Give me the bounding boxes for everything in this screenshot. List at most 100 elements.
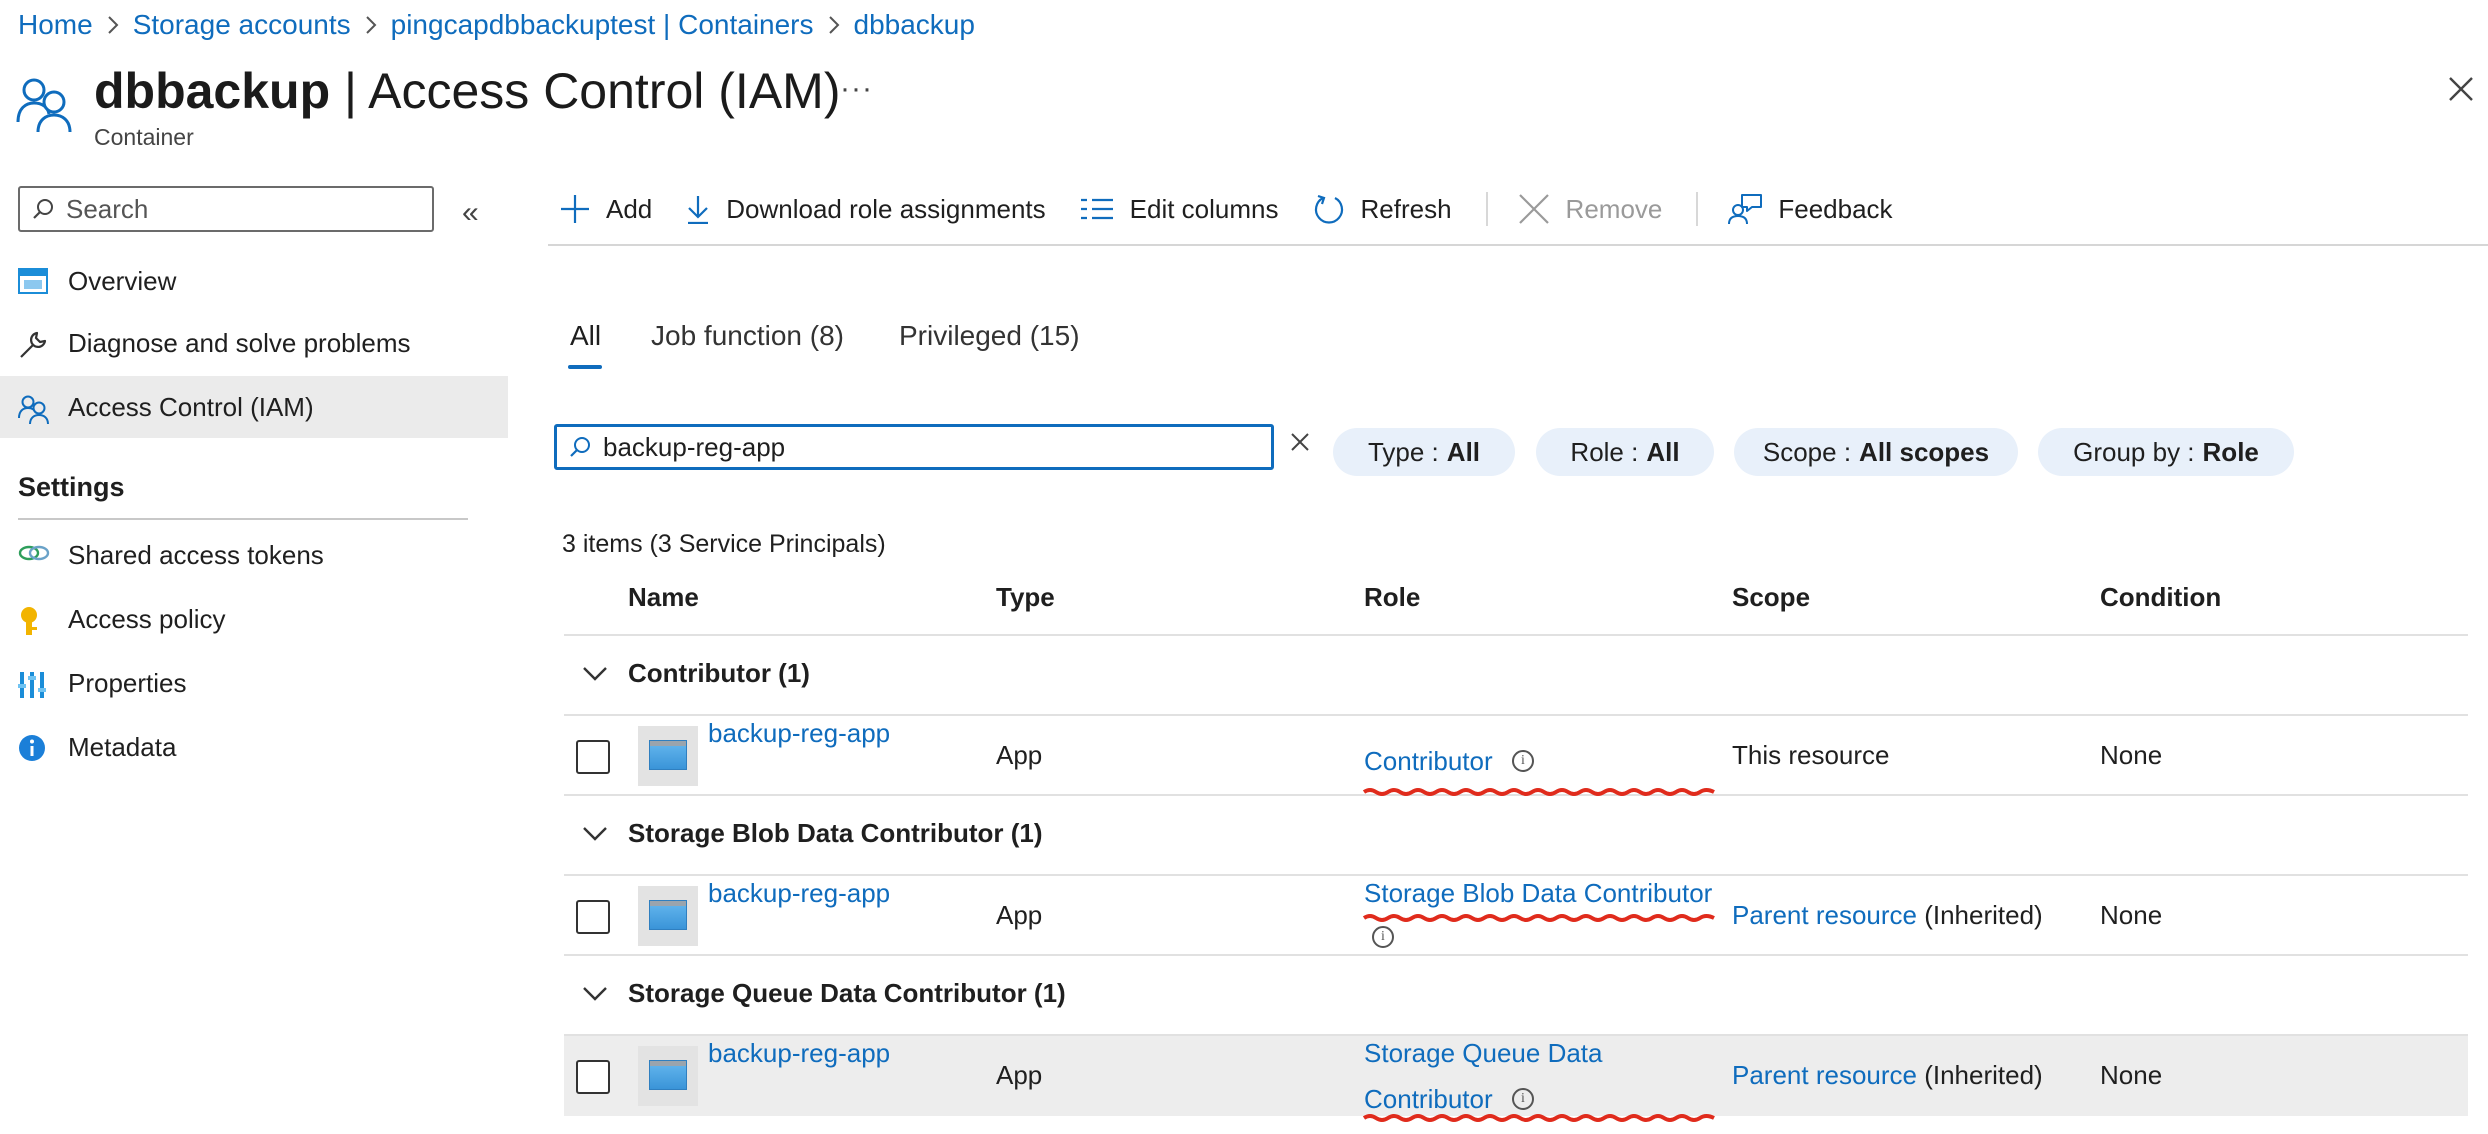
collapse-sidebar-button[interactable]: « [462, 196, 479, 230]
role-link[interactable]: Storage Blob Data Contributor [1364, 878, 1712, 909]
page-title: dbbackup | Access Control (IAM) [94, 62, 840, 120]
sidebar-item-label: Shared access tokens [68, 539, 324, 570]
info-icon[interactable]: i [1512, 1088, 1534, 1110]
feedback-button[interactable]: Feedback [1728, 193, 1893, 225]
sidebar-item-label: Diagnose and solve problems [68, 327, 411, 358]
row-checkbox[interactable] [576, 1060, 610, 1094]
chevron-down-icon[interactable] [582, 986, 608, 1002]
chevron-down-icon[interactable] [582, 826, 608, 842]
group-by-pill[interactable]: Group by : Role [2038, 428, 2294, 476]
sidebar-item-metadata[interactable]: Metadata [0, 716, 508, 778]
pill-value: All scopes [1859, 436, 1990, 467]
role-link[interactable]: Contributor [1364, 746, 1493, 777]
remove-button[interactable]: Remove [1518, 193, 1663, 225]
annotation-underline [1362, 788, 1715, 796]
download-role-assignments-button[interactable]: Download role assignments [686, 193, 1046, 225]
items-count: 3 items (3 Service Principals) [562, 530, 886, 558]
row-checkbox[interactable] [576, 740, 610, 774]
breadcrumb-dbbackup[interactable]: dbbackup [854, 9, 975, 41]
chevron-down-icon[interactable] [582, 666, 608, 682]
scope-link[interactable]: Parent resource [1732, 1060, 1917, 1090]
download-button-label: Download role assignments [726, 193, 1046, 224]
search-icon [569, 436, 591, 458]
people-icon [18, 394, 49, 424]
annotation-underline [1362, 914, 1715, 922]
sidebar-item-properties[interactable]: Properties [0, 652, 508, 714]
remove-label: Remove [1565, 193, 1663, 224]
row-checkbox[interactable] [576, 900, 610, 934]
breadcrumb-storage-accounts[interactable]: Storage accounts [133, 9, 351, 41]
pill-key: Role : [1570, 436, 1639, 467]
role-filter-pill[interactable]: Role : All [1536, 428, 1714, 476]
type-cell: App [996, 740, 1043, 770]
page-subtitle: Container [94, 124, 194, 150]
chevron-right-icon [107, 15, 119, 35]
add-button-label: Add [606, 193, 653, 224]
column-header-scope[interactable]: Scope [1732, 582, 1810, 613]
sidebar-item-label: Properties [68, 667, 187, 698]
scope-link[interactable]: Parent resource [1732, 900, 1917, 930]
breadcrumb: Home Storage accounts pingcapdbbackuptes… [18, 6, 975, 44]
page-title-section: | Access Control (IAM) [330, 63, 841, 119]
scope-inherited: (Inherited) [1924, 1060, 2043, 1090]
sidebar-item-label: Access Control (IAM) [68, 391, 314, 422]
pill-value: All [1446, 436, 1481, 467]
tab-job-function[interactable]: Job function (8) [651, 320, 844, 352]
link-icon [18, 542, 50, 570]
filter-search[interactable] [554, 424, 1274, 470]
info-icon[interactable]: i [1372, 926, 1394, 948]
sidebar-item-diagnose[interactable]: Diagnose and solve problems [0, 312, 508, 374]
group-row-storage-queue[interactable]: Storage Queue Data Contributor (1) [564, 956, 2468, 1034]
scope-cell: Parent resource (Inherited) [1732, 1060, 2043, 1091]
chevron-right-icon [365, 15, 377, 35]
column-header-type[interactable]: Type [996, 582, 1055, 613]
condition-cell: None [2100, 900, 2163, 930]
role-link-line2[interactable]: Contributor [1364, 1084, 1493, 1115]
scope-filter-pill[interactable]: Scope : All scopes [1734, 428, 2018, 476]
refresh-button[interactable]: Refresh [1313, 193, 1452, 225]
filter-search-input[interactable] [601, 430, 1245, 464]
info-icon[interactable]: i [1512, 750, 1534, 772]
sidebar-search[interactable] [18, 186, 434, 232]
active-tab-indicator [568, 365, 602, 369]
column-header-condition[interactable]: Condition [2100, 582, 2221, 613]
breadcrumb-home[interactable]: Home [18, 9, 93, 41]
principal-name-link[interactable]: backup-reg-app [708, 1038, 890, 1069]
clear-search-icon[interactable] [1290, 432, 1310, 452]
sidebar-item-access-control[interactable]: Access Control (IAM) [0, 376, 508, 438]
principal-name-link[interactable]: backup-reg-app [708, 878, 890, 909]
column-header-role[interactable]: Role [1364, 582, 1420, 613]
condition-cell: None [2100, 740, 2163, 770]
people-icon [16, 76, 74, 132]
tab-privileged[interactable]: Privileged (15) [899, 320, 1080, 352]
wrench-icon [18, 330, 48, 358]
tab-all[interactable]: All [570, 320, 601, 352]
group-label: Storage Blob Data Contributor (1) [628, 818, 1043, 848]
close-icon[interactable] [2448, 76, 2474, 102]
sidebar-item-access-policy[interactable]: Access policy [0, 588, 508, 650]
app-icon [638, 1046, 698, 1106]
sidebar-search-input[interactable] [64, 192, 408, 226]
refresh-label: Refresh [1360, 193, 1452, 224]
close-icon [1518, 193, 1566, 225]
sidebar-item-shared-access-tokens[interactable]: Shared access tokens [0, 524, 508, 586]
edit-columns-label: Edit columns [1129, 193, 1279, 224]
search-icon [32, 198, 64, 220]
chevron-right-icon [828, 15, 840, 35]
sidebar-item-overview[interactable]: Overview [0, 250, 508, 312]
breadcrumb-containers[interactable]: pingcapdbbackuptest | Containers [391, 9, 814, 41]
edit-columns-button[interactable]: Edit columns [1080, 194, 1279, 225]
group-label: Contributor (1) [628, 658, 810, 688]
condition-cell: None [2100, 1060, 2163, 1090]
group-row-contributor[interactable]: Contributor (1) [564, 636, 2468, 714]
overview-icon [18, 268, 48, 296]
more-options-button[interactable]: ··· [840, 72, 873, 106]
divider [548, 244, 2488, 246]
type-filter-pill[interactable]: Type : All [1333, 428, 1515, 476]
principal-name-link[interactable]: backup-reg-app [708, 718, 890, 749]
group-row-storage-blob[interactable]: Storage Blob Data Contributor (1) [564, 796, 2468, 874]
sidebar-item-label: Metadata [68, 731, 177, 762]
role-link-line1[interactable]: Storage Queue Data [1364, 1038, 1603, 1069]
column-header-name[interactable]: Name [628, 582, 699, 613]
add-button[interactable]: Add [560, 194, 652, 225]
